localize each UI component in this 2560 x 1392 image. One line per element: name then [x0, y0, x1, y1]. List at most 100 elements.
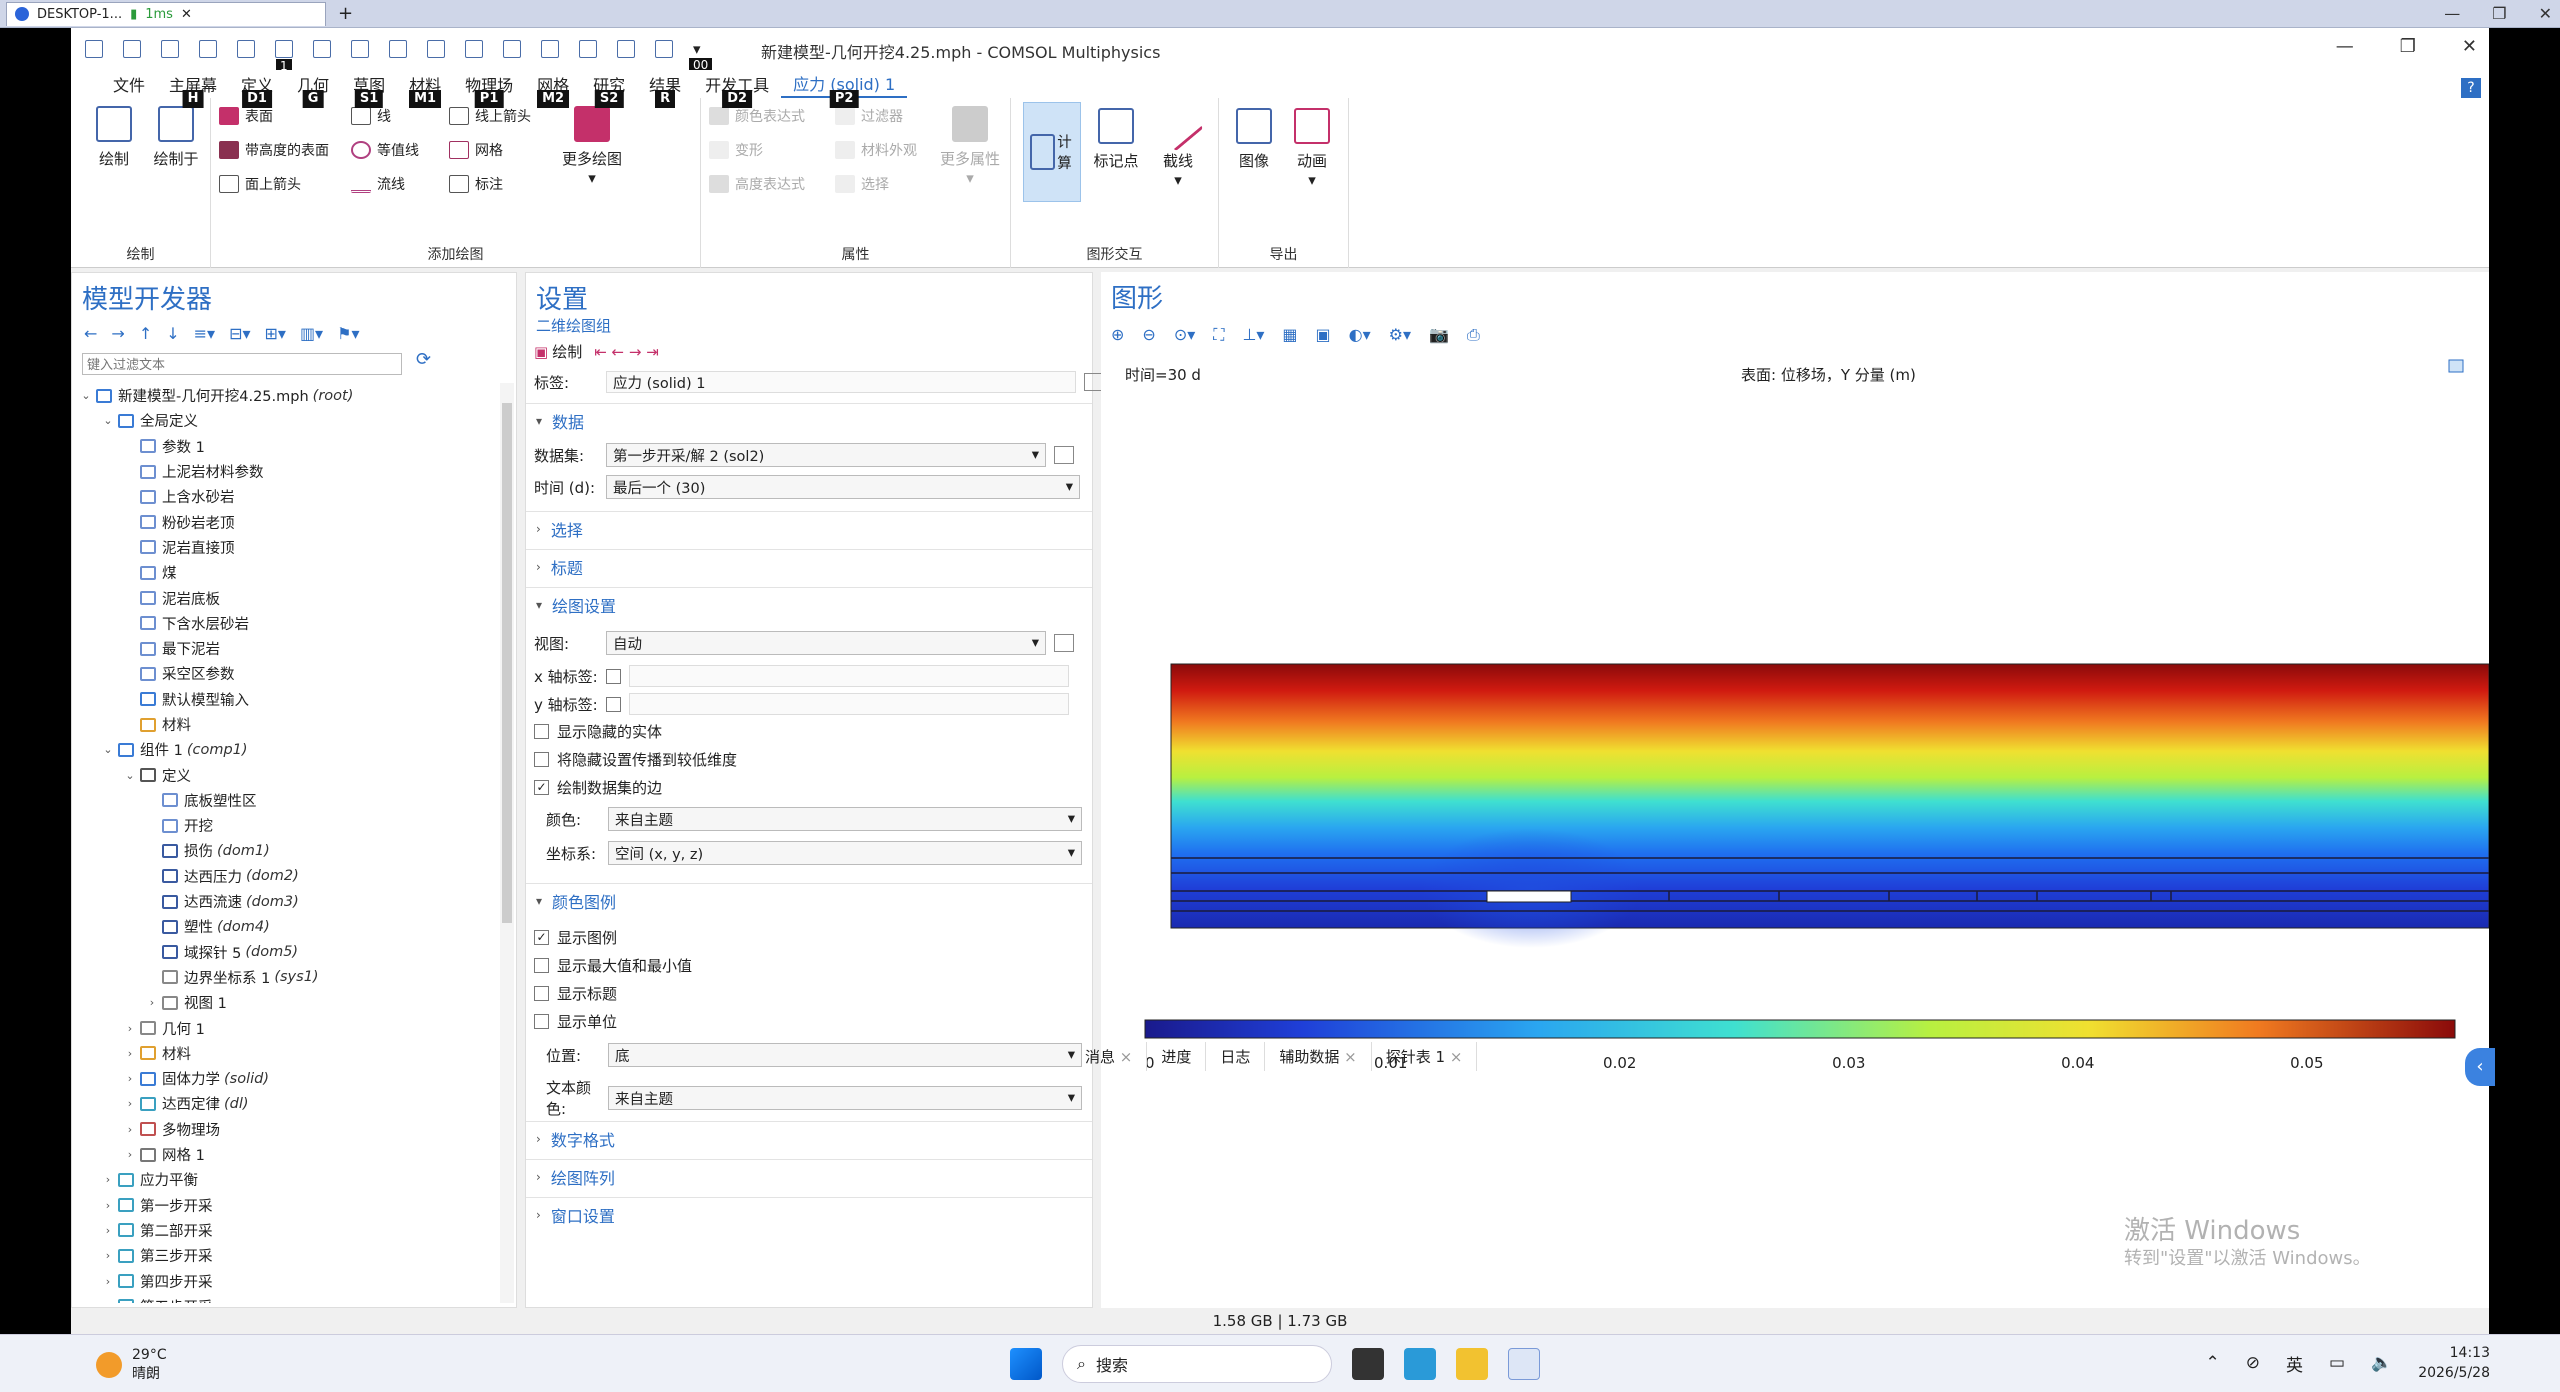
tree-node[interactable]: 达西压力 (dom2)	[78, 864, 502, 889]
tree-node[interactable]: 材料	[78, 712, 502, 737]
legend-position-select[interactable]: 底 ▾	[608, 1043, 1082, 1067]
chevron-up-icon[interactable]: ⌃	[2205, 1353, 2219, 1373]
show-hidden-checkbox[interactable]	[534, 724, 549, 739]
ylabel-checkbox[interactable]	[606, 696, 621, 712]
chevron-right-icon[interactable]: ›	[100, 1173, 116, 1186]
dataset-select[interactable]: 第一步开采/解 2 (sol2) ▾	[606, 443, 1046, 467]
duplicate-icon[interactable]	[503, 40, 521, 58]
menu-7[interactable]: 网格 M2	[525, 70, 581, 108]
bottom-tab[interactable]: 辅助数据 ×	[1265, 1042, 1372, 1071]
close-icon[interactable]: ✕	[2539, 4, 2552, 23]
tree-node[interactable]: › 固体力学 (solid)	[78, 1066, 502, 1091]
tree-node[interactable]: 最下泥岩	[78, 636, 502, 661]
draw-edges-checkbox[interactable]: ✓	[534, 780, 549, 795]
section-plot-array[interactable]: › 绘图阵列	[526, 1159, 1092, 1193]
menu-11[interactable]: 应力 (solid) 1 P2	[781, 70, 908, 108]
bottom-tab[interactable]: 进度	[1147, 1042, 1207, 1071]
reset-view-icon[interactable]	[2448, 359, 2464, 373]
filter-input[interactable]	[82, 353, 402, 375]
section-color-legend[interactable]: ▾ 颜色图例	[526, 883, 1092, 917]
tree-node[interactable]: 泥岩直接顶	[78, 535, 502, 560]
tree-node[interactable]: › 达西定律 (dl)	[78, 1091, 502, 1116]
close-icon[interactable]: ×	[1115, 1048, 1133, 1066]
paste-icon[interactable]	[465, 40, 483, 58]
collapse-panel-icon[interactable]: ‹	[2465, 1048, 2495, 1086]
section-window-settings[interactable]: › 窗口设置	[526, 1197, 1092, 1231]
compute-icon[interactable]: 1	[275, 40, 293, 73]
tree-node[interactable]: › 几何 1	[78, 1015, 502, 1040]
section-selection[interactable]: › 选择	[526, 511, 1092, 545]
minimize-icon[interactable]: —	[2336, 36, 2354, 57]
tree-node[interactable]: 底板塑性区	[78, 788, 502, 813]
coord-system-select[interactable]: 空间 (x, y, z) ▾	[608, 841, 1082, 865]
arrow-right-icon[interactable]: →	[111, 324, 124, 343]
expand-icon[interactable]: ⊞▾	[265, 324, 286, 343]
draw-button[interactable]: 绘制	[85, 106, 143, 169]
task-view-icon[interactable]	[1352, 1348, 1384, 1380]
volume-icon[interactable]: 🔈	[2371, 1353, 2392, 1373]
menu-8[interactable]: 研究 S2	[581, 70, 637, 108]
dataset-goto-icon[interactable]	[1054, 446, 1074, 464]
tree-node[interactable]: 开挖	[78, 813, 502, 838]
menu-5[interactable]: 材料 M1	[397, 70, 453, 108]
chevron-down-icon[interactable]: ⌄	[100, 743, 116, 756]
menu-6[interactable]: 物理场 P1	[453, 70, 525, 108]
tree-node[interactable]: › 第五步开采	[78, 1294, 502, 1303]
delete-icon[interactable]	[541, 40, 559, 58]
tree-node[interactable]: 泥岩底板	[78, 585, 502, 610]
bottom-tab[interactable]: 消息 ×	[1071, 1042, 1148, 1071]
surface-arrow-button[interactable]: 面上箭头	[219, 174, 301, 194]
view-select[interactable]: 自动 ▾	[606, 631, 1046, 655]
ylabel-field[interactable]	[629, 693, 1069, 715]
menu-2[interactable]: 定义 D1	[229, 70, 285, 108]
tree-node[interactable]: 损伤 (dom1)	[78, 838, 502, 863]
marker-button[interactable]: 标记点	[1087, 108, 1145, 171]
tree-node[interactable]: ⌄ 定义	[78, 762, 502, 787]
tree-node[interactable]: › 应力平衡	[78, 1167, 502, 1192]
pin-icon[interactable]: ⚑▾	[337, 324, 359, 343]
redo-icon[interactable]	[351, 40, 369, 58]
menu-1[interactable]: 主屏幕 H	[157, 70, 229, 108]
node-icon[interactable]	[617, 40, 635, 58]
first-icon[interactable]: ⇤ ← → ⇥	[594, 343, 659, 361]
tree-node[interactable]: 下含水层砂岩	[78, 611, 502, 636]
cutline-button[interactable]: 截线 ▾	[1149, 100, 1207, 189]
close-icon[interactable]: ✕	[2462, 36, 2477, 57]
arrow-left-icon[interactable]: ←	[84, 324, 97, 343]
remote-tab[interactable]: DESKTOP-1... ▮ 1ms ✕	[6, 1, 326, 26]
draw-icon[interactable]: ▣	[534, 343, 548, 361]
chevron-right-icon[interactable]: ›	[122, 1097, 138, 1110]
tree-node[interactable]: › 网格 1	[78, 1142, 502, 1167]
more-plots-button[interactable]: 更多绘图 ▾	[555, 106, 629, 187]
remote-desktop-icon[interactable]	[1508, 1348, 1540, 1380]
chevron-right-icon[interactable]: ›	[122, 1022, 138, 1035]
tree-node[interactable]: › 材料	[78, 1041, 502, 1066]
taskbar-search[interactable]: ⌕ 搜索	[1062, 1345, 1332, 1383]
show-minmax-checkbox[interactable]	[534, 958, 549, 973]
color-expression-button[interactable]: 颜色表达式	[709, 106, 805, 126]
weather-widget[interactable]: 29°C 晴朗	[96, 1347, 167, 1383]
chevron-right-icon[interactable]: ›	[122, 1072, 138, 1085]
file-explorer-icon[interactable]	[1456, 1348, 1488, 1380]
material-appearance-button[interactable]: 材料外观	[835, 140, 917, 160]
annotation-button[interactable]: 标注	[449, 174, 503, 194]
draw-link[interactable]: 绘制	[552, 341, 582, 362]
refresh-icon[interactable]: ⟳	[416, 349, 431, 370]
arrow-down-icon[interactable]: ↓	[166, 324, 179, 343]
undo-icon[interactable]	[313, 40, 331, 58]
tree-node[interactable]: 参数 1	[78, 434, 502, 459]
deform-button[interactable]: 变形	[709, 140, 763, 160]
tree-node[interactable]: 塑性 (dom4)	[78, 914, 502, 939]
show-legend-checkbox[interactable]: ✓	[534, 930, 549, 945]
tree-node[interactable]: 上含水砂岩	[78, 484, 502, 509]
more-attributes-button[interactable]: 更多属性 ▾	[933, 106, 1007, 187]
arrow-up-icon[interactable]: ↑	[139, 324, 152, 343]
selection-button[interactable]: 选择	[835, 174, 889, 194]
chevron-right-icon[interactable]: ›	[100, 1275, 116, 1288]
columns-icon[interactable]: ▥▾	[300, 324, 323, 343]
show-title-checkbox[interactable]	[534, 986, 549, 1001]
minimize-icon[interactable]: —	[2444, 4, 2460, 23]
animation-button[interactable]: 动画 ▾	[1283, 108, 1341, 189]
line-arrow-button[interactable]: 线上箭头	[449, 106, 531, 126]
tree-node[interactable]: › 第三步开采	[78, 1243, 502, 1268]
